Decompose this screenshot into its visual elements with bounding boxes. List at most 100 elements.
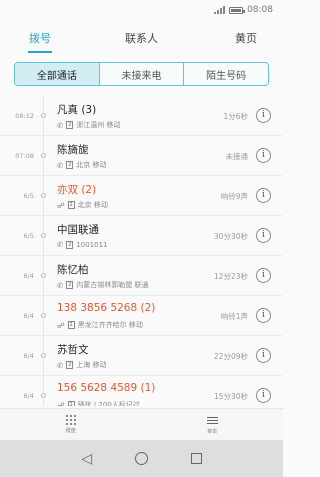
- call-log-row[interactable]: 6/5 亦双 (2) ☍ 2 北京 移动 响铃9声 i: [0, 176, 283, 216]
- sim-card-icon: 2: [66, 240, 74, 249]
- timeline-dot: [41, 233, 46, 238]
- call-log-row[interactable]: 6/4 陈忆柏 ✆ 2 内蒙古锡林郭勒盟 联通 12分23秒 i: [0, 256, 283, 296]
- info-icon[interactable]: i: [256, 108, 271, 123]
- timeline-dot: [41, 353, 46, 358]
- call-details: ✆ 2 内蒙古锡林郭勒盟 联通: [57, 280, 149, 290]
- caller-location: 浙江温州 移动: [76, 121, 121, 129]
- call-log-row[interactable]: 6/5 中国联通 ✆ 2 1001011 30分30秒 i: [0, 216, 283, 256]
- call-filter-segment: 全部通话 未接来电 陌生号码: [14, 62, 269, 86]
- filter-all-calls[interactable]: 全部通话: [15, 63, 100, 85]
- sim-card-icon: 2: [67, 321, 75, 329]
- timeline-dot: [41, 313, 46, 318]
- info-icon[interactable]: i: [256, 348, 271, 363]
- call-duration: 未接通: [225, 151, 249, 161]
- call-log-row[interactable]: 6/4 156 5628 4589 (1) ☍ 2 骚扰 | 200人标记过 1…: [0, 376, 283, 406]
- call-log-row[interactable]: 6/4 苏哲文 ✆ 2 上海 移动 22分09秒 i: [0, 336, 283, 376]
- tab-dial[interactable]: 拨号: [0, 30, 80, 46]
- call-details: ✆ 2 北京 移动: [57, 160, 107, 170]
- call-details: ✆ 2 上海 移动: [57, 360, 107, 370]
- info-icon[interactable]: i: [256, 188, 271, 203]
- timeline-dot: [41, 113, 46, 118]
- call-details: ☍ 2 骚扰 | 200人标记过: [57, 400, 140, 406]
- sim-card-icon: 2: [67, 201, 75, 209]
- call-date: 6/4: [23, 272, 34, 280]
- call-date: 6/4: [23, 392, 34, 400]
- timeline-dot: [41, 393, 46, 398]
- keypad-label: 键盘: [65, 428, 76, 434]
- caller-name: 陈忆柏: [57, 264, 89, 276]
- caller-location: 骚扰 | 200人标记过: [77, 401, 140, 406]
- info-icon[interactable]: i: [256, 388, 271, 403]
- bottom-bar: 键盘 菜单: [0, 408, 283, 440]
- caller-location: 北京 移动: [76, 161, 107, 169]
- signal-icon: [214, 6, 226, 14]
- caller-location: 黑龙江齐齐哈尔 移动: [77, 321, 143, 329]
- caller-location: 内蒙古锡林郭勒盟 联通: [76, 281, 149, 289]
- tab-contacts[interactable]: 联系人: [80, 30, 203, 46]
- missed-call-icon: ☍: [57, 320, 65, 330]
- call-date: 6/4: [23, 312, 34, 320]
- call-duration: 12分23秒: [213, 271, 248, 281]
- keypad-button[interactable]: 键盘: [0, 409, 142, 440]
- status-time: 08:08: [247, 5, 273, 15]
- call-date: 6/5: [23, 232, 34, 240]
- call-duration: 响铃1声: [220, 311, 248, 321]
- call-log-row[interactable]: 07:08 陈旖旎 ✆ 2 北京 移动 未接通 i: [0, 136, 283, 176]
- phone-icon: ✆: [57, 160, 64, 170]
- info-icon[interactable]: i: [256, 148, 271, 163]
- sim-card-icon: 2: [66, 161, 74, 169]
- call-duration: 响铃9声: [220, 191, 248, 201]
- call-log-list: 08:12 凡真 (3) ✆ 2 浙江温州 移动 1分6秒 i 07:08 陈旖…: [0, 96, 283, 406]
- caller-name: 亦双 (2): [57, 184, 97, 196]
- call-duration: 15分30秒: [213, 391, 248, 401]
- tab-yellow-pages[interactable]: 黄页: [203, 30, 283, 46]
- call-log-row[interactable]: 08:12 凡真 (3) ✆ 2 浙江温州 移动 1分6秒 i: [0, 96, 283, 136]
- call-details: ✆ 2 1001011: [57, 240, 107, 249]
- back-icon[interactable]: ◁: [81, 451, 92, 467]
- info-icon[interactable]: i: [256, 228, 271, 243]
- caller-location: 北京 移动: [77, 201, 108, 209]
- call-date: 6/5: [23, 192, 34, 200]
- call-details: ✆ 2 浙江温州 移动: [57, 120, 121, 130]
- timeline-dot: [41, 193, 46, 198]
- status-bar: 08:08: [0, 0, 283, 20]
- sim-card-icon: 2: [66, 121, 74, 129]
- call-log-row[interactable]: 6/4 138 3856 5268 (2) ☍ 2 黑龙江齐齐哈尔 移动 响铃1…: [0, 296, 283, 336]
- caller-location: 上海 移动: [76, 361, 107, 369]
- menu-icon: [206, 415, 218, 426]
- filter-unknown-numbers[interactable]: 陌生号码: [184, 63, 268, 85]
- timeline-dot: [41, 273, 46, 278]
- recents-icon[interactable]: [190, 453, 202, 464]
- call-details: ☍ 2 北京 移动: [57, 200, 108, 210]
- caller-name: 中国联通: [57, 224, 99, 236]
- sim-card-icon: 2: [66, 361, 74, 369]
- caller-location: 1001011: [76, 240, 108, 249]
- call-duration: 22分09秒: [213, 351, 248, 361]
- call-date: 08:12: [15, 112, 34, 120]
- info-icon[interactable]: i: [256, 268, 271, 283]
- battery-icon: [229, 6, 246, 14]
- call-duration: 1分6秒: [223, 111, 248, 121]
- active-tab-indicator: [28, 51, 52, 53]
- home-icon[interactable]: [134, 452, 148, 465]
- phone-icon: ✆: [57, 360, 64, 370]
- phone-icon: ✆: [57, 240, 64, 249]
- system-nav-bar: ◁: [0, 440, 283, 477]
- menu-label: 菜单: [207, 428, 218, 435]
- call-date: 6/4: [23, 352, 34, 360]
- timeline-dot: [41, 153, 46, 158]
- caller-name: 138 3856 5268 (2): [57, 302, 156, 314]
- caller-name: 凡真 (3): [57, 104, 97, 116]
- phone-icon: ✆: [57, 120, 64, 130]
- caller-name: 陈旖旎: [57, 144, 89, 156]
- sim-card-icon: 2: [67, 401, 75, 406]
- timeline-line: [43, 376, 44, 406]
- filter-missed-calls[interactable]: 未接来电: [99, 63, 185, 85]
- call-date: 07:08: [15, 152, 34, 160]
- keypad-icon: [65, 415, 76, 425]
- call-duration: 30分30秒: [213, 231, 248, 241]
- info-icon[interactable]: i: [256, 308, 271, 323]
- menu-button[interactable]: 菜单: [142, 409, 284, 440]
- caller-name: 苏哲文: [57, 344, 89, 356]
- caller-name: 156 5628 4589 (1): [57, 382, 156, 394]
